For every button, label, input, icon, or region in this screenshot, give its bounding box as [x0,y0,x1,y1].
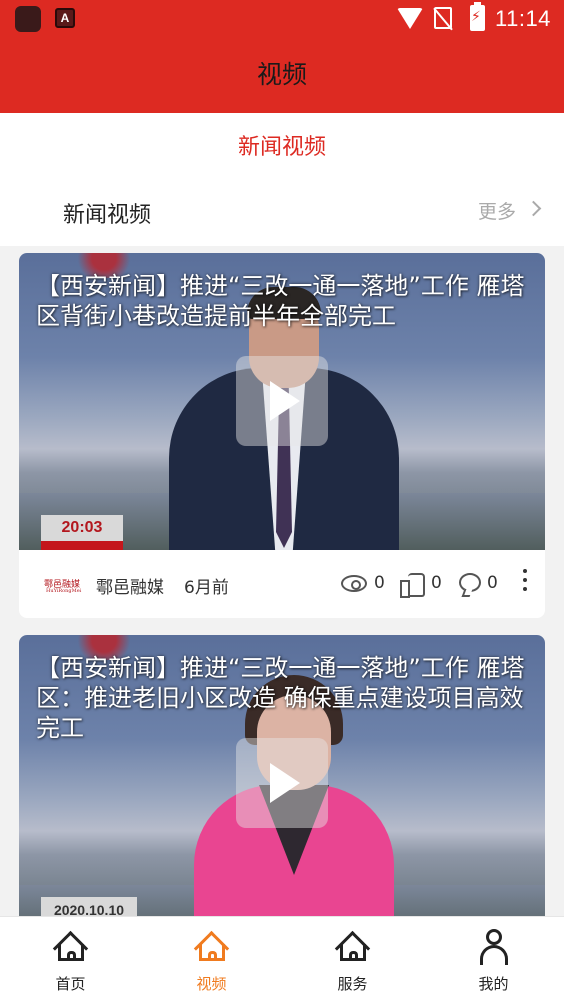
app-notification-icon [15,6,41,32]
tab-news-video[interactable]: 新闻视频 [0,129,564,161]
section-header: 新闻视频 更多 [0,179,564,246]
video-title[interactable]: 【西安新闻】推进“三改一通一落地”工作 雁塔区背街小巷改造提前半年全部完工 [36,271,536,331]
nav-service[interactable]: 服务 [282,917,423,1002]
wifi-icon [397,8,423,29]
nav-mine[interactable]: 我的 [423,917,564,1002]
video-card[interactable]: 20:03 【西安新闻】推进“三改一通一落地”工作 雁塔区背街小巷改造提前半年全… [19,253,545,618]
nav-label[interactable]: 服务 [282,973,423,994]
chevron-right-icon[interactable] [525,200,542,217]
comment-icon[interactable] [459,573,481,592]
like-count: 0 [431,573,442,593]
nav-label[interactable]: 我的 [423,973,564,994]
comment-count: 0 [487,573,498,593]
view-count: 0 [374,573,385,593]
video-title[interactable]: 【西安新闻】推进“三改一通一落地”工作 雁塔区：推进老旧小区改造 确保重点建设项… [36,653,536,743]
source-logo: 鄠邑融媒 HuYiRongMei [44,580,82,594]
status-time: 11:14 [495,6,551,31]
home-icon[interactable] [334,930,371,967]
page-title: 视频 [256,60,307,89]
nav-video[interactable]: 视频 [141,917,282,1002]
app-badge-icon: A [55,8,75,28]
video-thumbnail[interactable]: 2020.10.10 【西安新闻】推进“三改一通一落地”工作 雁塔区：推进老旧小… [19,635,545,932]
nav-label[interactable]: 首页 [0,973,141,994]
home-icon[interactable] [52,930,89,967]
user-icon[interactable] [479,929,509,965]
publish-time: 6月前 [184,578,229,598]
app-header: A 11:14 视频 [0,0,564,113]
nav-label[interactable]: 视频 [141,973,282,994]
battery-charging-icon [470,2,485,31]
play-button[interactable] [236,738,328,828]
video-thumbnail[interactable]: 20:03 【西安新闻】推进“三改一通一落地”工作 雁塔区背街小巷改造提前半年全… [19,253,545,550]
play-button[interactable] [236,356,328,446]
section-title: 新闻视频 [63,203,152,228]
channel-tabs: 新闻视频 [0,113,564,179]
nav-home[interactable]: 首页 [0,917,141,1002]
more-options-icon[interactable] [522,569,528,597]
status-bar: A 11:14 [0,0,564,40]
broadcast-time-tag: 20:03 [41,515,123,541]
home-icon[interactable] [193,930,230,967]
bottom-navigation: 首页 视频 服务 我的 [0,916,564,1002]
thumbs-up-icon[interactable] [400,571,426,598]
video-card[interactable]: 2020.10.10 【西安新闻】推进“三改一通一落地”工作 雁塔区：推进老旧小… [19,635,545,935]
video-meta-row: 鄠邑融媒 HuYiRongMei 鄠邑融媒 6月前 0 0 0 [19,550,545,618]
more-link[interactable]: 更多 [478,197,516,224]
source-name[interactable]: 鄠邑融媒 [96,573,164,598]
no-sim-icon [434,7,452,29]
eye-icon [341,575,367,592]
